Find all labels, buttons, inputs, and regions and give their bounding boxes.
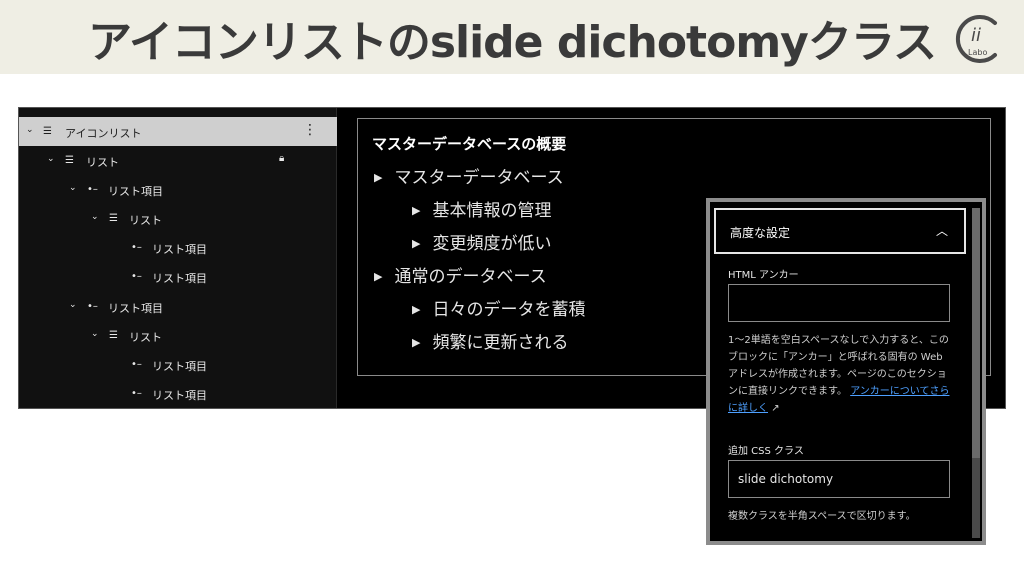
additional-css-label: 追加 CSS クラス: [728, 446, 804, 457]
list-item[interactable]: ▶ 基本情報の管理: [412, 196, 551, 221]
list-view-item-label: リスト項目: [152, 243, 207, 256]
block-heading: マスターデータベースの概要: [372, 135, 567, 153]
additional-css-input[interactable]: slide dichotomy: [728, 460, 950, 498]
advanced-settings-title: 高度な設定: [730, 226, 791, 240]
list-icon: ☰: [65, 155, 74, 166]
list-icon: ☰: [109, 213, 118, 224]
logo-text: ii: [971, 25, 981, 46]
additional-css-help: 複数クラスを半角スペースで区切ります。: [728, 511, 916, 522]
html-anchor-help: 1〜2単語を空白スペースなしで入力すると、このブロックに「アンカー」と呼ばれる固…: [728, 335, 950, 414]
list-view-item-list-item[interactable]: •– リスト項目: [19, 350, 337, 379]
list-item[interactable]: ▶ 変更頻度が低い: [412, 229, 551, 254]
html-anchor-label: HTML アンカー: [728, 270, 799, 281]
list-view-item-label: リスト項目: [152, 389, 207, 402]
list-view-item-list-item[interactable]: •– リスト項目: [19, 233, 337, 262]
list-view-item-list[interactable]: ⌄ ☰ リスト: [19, 204, 337, 233]
chevron-down-icon[interactable]: ⌄: [69, 183, 77, 193]
list-view-item-label: リスト項目: [108, 185, 163, 198]
triangle-right-icon: ▶: [374, 270, 383, 283]
list-view-item-list-item[interactable]: •– リスト項目: [19, 379, 337, 408]
list-item-icon: •–: [131, 388, 142, 399]
list-view-item-list-item[interactable]: ⌄ •– リスト項目: [19, 292, 337, 321]
lock-icon: 🔒︎: [279, 153, 285, 164]
list-view-item-list[interactable]: ⌄ ☰ リスト 🔒︎: [19, 146, 337, 175]
triangle-right-icon: ▶: [412, 303, 421, 316]
triangle-right-icon: ▶: [412, 237, 421, 250]
triangle-right-icon: ▶: [412, 204, 421, 217]
list-item-icon: •–: [87, 184, 98, 195]
list-view-item-label: リスト項目: [152, 272, 207, 285]
chevron-down-icon[interactable]: ⌄: [91, 329, 99, 339]
list-view-item-label: リスト項目: [152, 360, 207, 373]
list-item-icon: •–: [131, 359, 142, 370]
list-item[interactable]: ▶ 通常のデータベース: [374, 262, 547, 287]
page-title: アイコンリストのslide dichotomyクラス: [88, 17, 937, 68]
list-view-item-label: リスト: [129, 331, 162, 344]
chevron-down-icon[interactable]: ⌄: [26, 125, 34, 135]
advanced-settings-toggle[interactable]: 高度な設定 ︿: [714, 208, 966, 254]
list-item-icon: •–: [131, 242, 142, 253]
list-item[interactable]: ▶ 頻繁に更新される: [412, 328, 568, 353]
chii-labo-logo: ii Labo: [955, 15, 997, 63]
list-view-item-label: リスト: [129, 214, 162, 227]
list-item-icon: •–: [131, 271, 142, 282]
more-options-icon[interactable]: ⋮: [303, 122, 317, 138]
list-view-item-icon-list[interactable]: ⌄ ☰ アイコンリスト ⋮: [19, 117, 337, 146]
title-banner: アイコンリストのslide dichotomyクラス ii Labo: [0, 0, 1024, 74]
list-item-icon: •–: [87, 301, 98, 312]
list-item[interactable]: ▶ マスターデータベース: [374, 163, 564, 188]
external-link-icon: ↗: [771, 403, 780, 414]
list-view-item-list-item[interactable]: •– リスト項目: [19, 262, 337, 291]
list-icon: ☰: [43, 126, 52, 137]
list-view-item-label: アイコンリスト: [65, 127, 142, 140]
chevron-up-icon[interactable]: ︿: [936, 222, 948, 239]
chevron-down-icon[interactable]: ⌄: [91, 212, 99, 222]
logo-sub: Labo: [968, 48, 987, 57]
list-item[interactable]: ▶ 日々のデータを蓄積: [412, 295, 585, 320]
list-view-item-label: リスト項目: [108, 302, 163, 315]
list-view-item-list[interactable]: ⌄ ☰ リスト: [19, 321, 337, 350]
triangle-right-icon: ▶: [412, 336, 421, 349]
html-anchor-input[interactable]: [728, 284, 950, 322]
chevron-down-icon[interactable]: ⌄: [69, 300, 77, 310]
advanced-settings-panel: 高度な設定 ︿ HTML アンカー 1〜2単語を空白スペースなしで入力すると、こ…: [706, 198, 986, 545]
list-view-panel: ⌄ ☰ アイコンリスト ⋮ ⌄ ☰ リスト 🔒︎ ⌄ •– リスト項目 ⌄ ☰ …: [19, 108, 337, 408]
list-view-item-label: リスト: [86, 156, 119, 169]
list-view-item-list-item[interactable]: ⌄ •– リスト項目: [19, 175, 337, 204]
chevron-down-icon[interactable]: ⌄: [47, 154, 55, 164]
scrollbar-thumb[interactable]: [972, 208, 980, 458]
triangle-right-icon: ▶: [374, 171, 383, 184]
list-icon: ☰: [109, 330, 118, 341]
